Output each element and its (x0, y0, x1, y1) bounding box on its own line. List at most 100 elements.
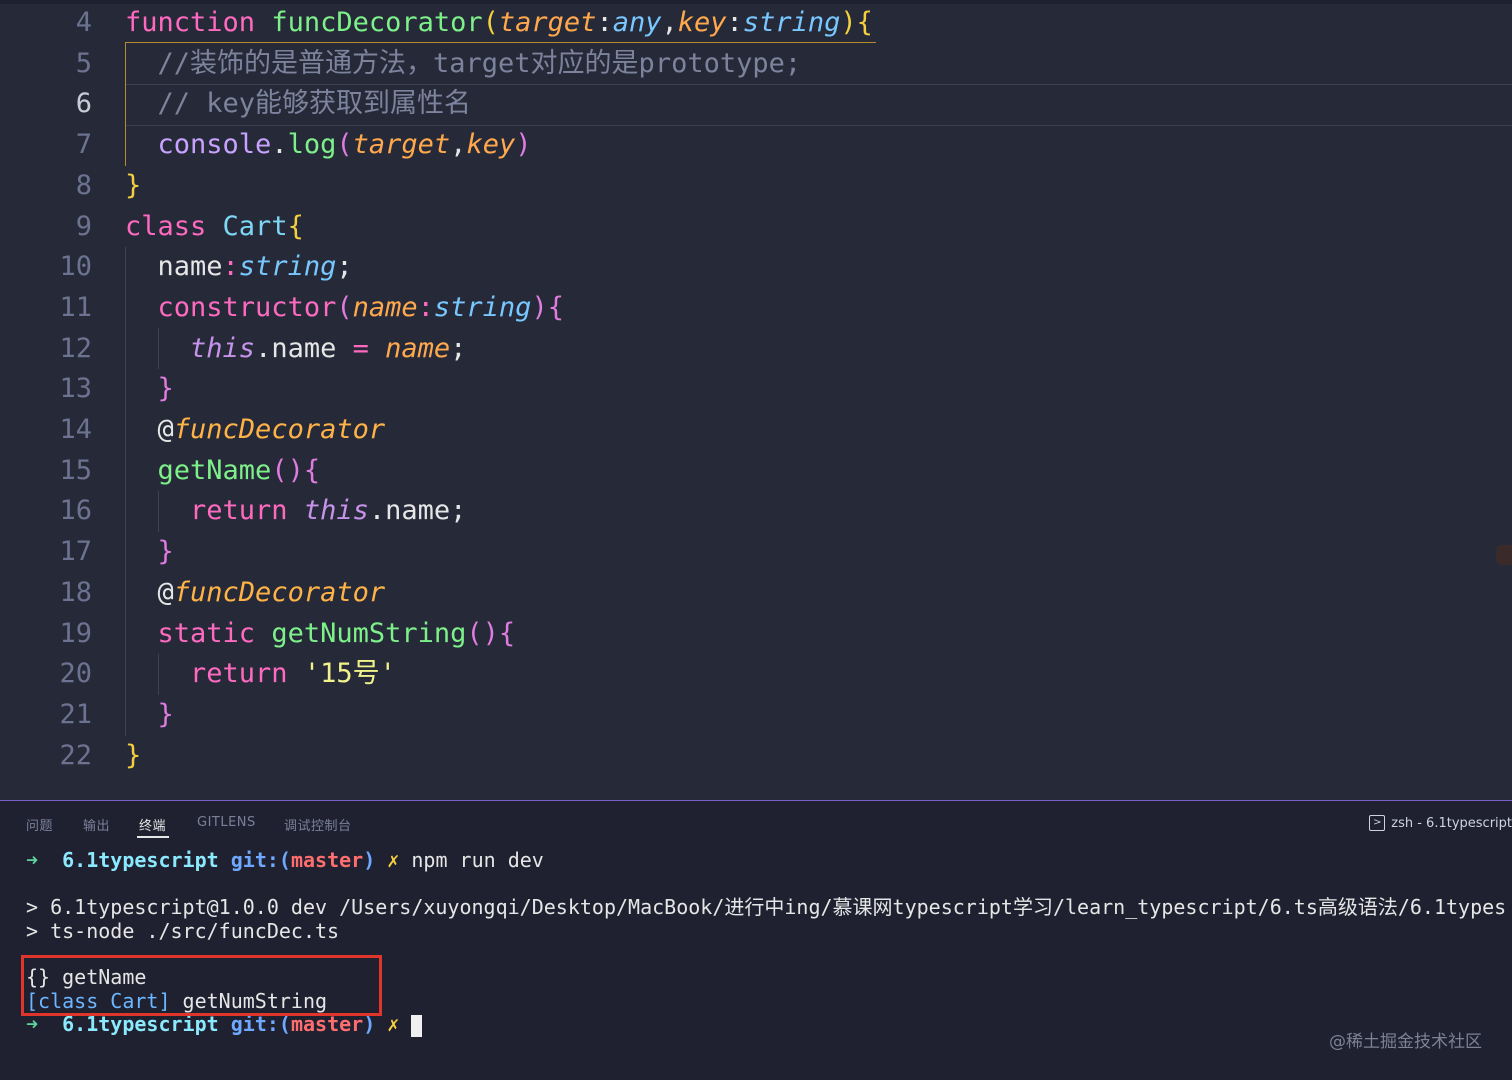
code-text: } (125, 694, 174, 735)
line-number: 21 (59, 698, 92, 730)
line-number: 4 (75, 7, 92, 38)
code-line[interactable]: 17 } (0, 531, 1512, 572)
code-editor[interactable]: 4 function funcDecorator(target:any,key:s… (0, 0, 1512, 800)
code-text: constructor(name:string){ (125, 287, 564, 328)
code-line[interactable]: 9 class Cart{ (0, 206, 1512, 247)
code-token: , (661, 7, 678, 38)
code-token: name (352, 291, 418, 323)
code-token: return (190, 658, 288, 690)
code-token: ; (450, 332, 467, 364)
tab-terminal[interactable]: 终端 (139, 815, 166, 834)
line-number: 16 (59, 495, 92, 527)
code-token: log (287, 129, 337, 161)
code-token: } (157, 536, 174, 568)
line-number: 9 (75, 210, 92, 242)
code-line[interactable]: 18 @funcDecorator (0, 572, 1512, 613)
code-line[interactable]: 10 name:string; (0, 246, 1512, 287)
watermark: @稀土掘金技术社区 (1329, 1032, 1482, 1052)
code-line[interactable]: 5 //装饰的是普通方法，target对应的是prototype; (0, 43, 1512, 84)
code-token: { (287, 210, 304, 242)
code-token: return (190, 495, 288, 527)
code-token: any (612, 7, 662, 38)
code-text: @funcDecorator (125, 409, 386, 450)
code-text: static getNumString(){ (125, 613, 516, 654)
code-token: key (677, 7, 727, 38)
terminal-selector[interactable]: > zsh - 6.1typescript (1369, 815, 1512, 831)
code-line[interactable]: 22} (0, 735, 1512, 776)
line-number: 20 (59, 658, 92, 690)
terminal-output-line: > 6.1typescript@1.0.0 dev /Users/xuyongq… (26, 895, 1507, 919)
code-token: { (498, 617, 516, 649)
tab-debug-console[interactable]: 调试控制台 (284, 815, 352, 834)
code-line[interactable]: 19 static getNumString(){ (0, 613, 1512, 654)
line-number: 17 (59, 536, 92, 568)
code-text: this.name = name; (125, 328, 466, 369)
code-line[interactable]: 7 console.log(target,key) (0, 124, 1512, 165)
code-line[interactable]: 14 @funcDecorator (0, 409, 1512, 450)
code-token: @ (157, 414, 174, 445)
code-token: funcDecorator (173, 576, 386, 608)
tab-output[interactable]: 输出 (83, 815, 110, 834)
code-line[interactable]: 21 } (0, 694, 1512, 735)
terminal-prompt: ➜ 6.1typescript git:(master) ✗ npm run d… (26, 848, 544, 872)
code-token: // key能够获取到属性名 (157, 88, 472, 120)
code-text: getName(){ (125, 450, 321, 491)
code-line[interactable]: 13 } (0, 368, 1512, 409)
line-number: 5 (75, 47, 92, 79)
code-line[interactable]: 6 // key能够获取到属性名 (0, 83, 1512, 124)
code-token: } (125, 169, 142, 201)
line-number: 8 (75, 169, 92, 201)
code-token: target (498, 7, 597, 38)
code-token: this (303, 495, 369, 527)
tab-problems[interactable]: 问题 (26, 815, 53, 834)
terminal-title: zsh - 6.1typescript (1391, 815, 1512, 831)
code-token: getNumString (271, 617, 467, 649)
code-text: class Cart{ (125, 206, 304, 247)
code-token: key (466, 129, 516, 161)
code-token: //装饰的是普通方法，target对应的是prototype; (157, 47, 802, 79)
line-number: 14 (59, 414, 92, 445)
line-number: 19 (59, 617, 92, 649)
code-token: funcDecorator (271, 7, 483, 38)
code-line[interactable]: 4 function funcDecorator(target:any,key:s… (0, 2, 1512, 43)
highlight-annotation-box (21, 955, 382, 1016)
code-text: //装饰的是普通方法，target对应的是prototype; (125, 43, 802, 84)
code-token: constructor (157, 291, 337, 323)
code-line[interactable]: 11 constructor(name:string){ (0, 287, 1512, 328)
code-token: ) (840, 7, 857, 38)
line-number: 13 (59, 373, 92, 405)
line-number: 12 (59, 332, 92, 364)
code-token: } (157, 698, 174, 730)
code-text: @funcDecorator (125, 572, 386, 613)
code-text: } (125, 531, 174, 572)
code-token: Cart (222, 210, 288, 242)
code-token: target (352, 129, 451, 161)
code-line[interactable]: 15 getName(){ (0, 450, 1512, 491)
code-line[interactable]: 8} (0, 165, 1512, 206)
code-line[interactable]: 16 return this.name; (0, 490, 1512, 531)
code-line[interactable]: 12 this.name = name; (0, 328, 1512, 369)
code-token: static (157, 617, 256, 649)
code-line[interactable]: 20 return '15号' (0, 653, 1512, 694)
panel-tabs: 问题 输出 终端 GITLENS 调试控制台 > zsh - 6.1typesc… (0, 801, 1512, 845)
code-text: function funcDecorator(target:any,key:st… (125, 2, 873, 43)
tab-gitlens[interactable]: GITLENS (197, 815, 256, 830)
code-token: = (352, 332, 369, 364)
code-token: () (466, 617, 499, 649)
code-text: // key能够获取到属性名 (125, 83, 472, 124)
code-token: ( (482, 7, 499, 38)
